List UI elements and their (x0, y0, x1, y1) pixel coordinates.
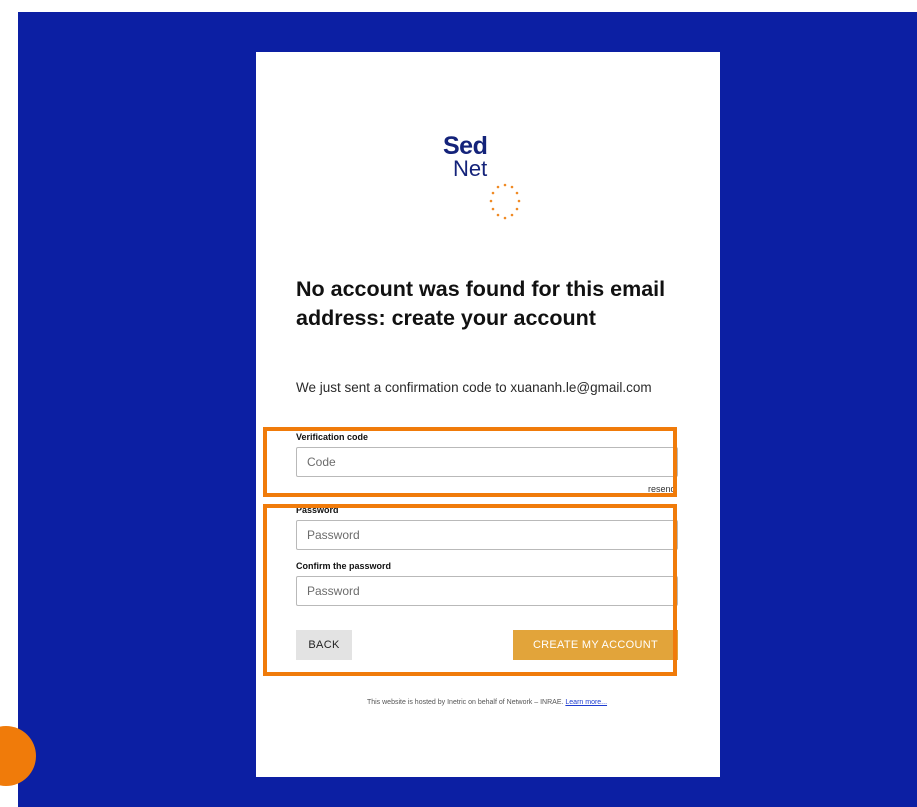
verification-code-highlight (263, 427, 677, 497)
page-title: No account was found for this email addr… (296, 277, 666, 330)
dotted-circle-logo-icon (489, 183, 521, 220)
learn-more-link[interactable]: Learn more... (565, 699, 607, 706)
logo-word-bottom: Net (453, 156, 488, 181)
password-section-highlight (263, 504, 677, 676)
footer-text: This website is hosted by Inetric on beh… (366, 699, 564, 706)
sednet-logo: Sed Net (443, 134, 543, 234)
confirmation-message: We just sent a confirmation code to xuan… (296, 380, 652, 395)
footer-note: This website is hosted by Inetric on beh… (296, 699, 678, 706)
